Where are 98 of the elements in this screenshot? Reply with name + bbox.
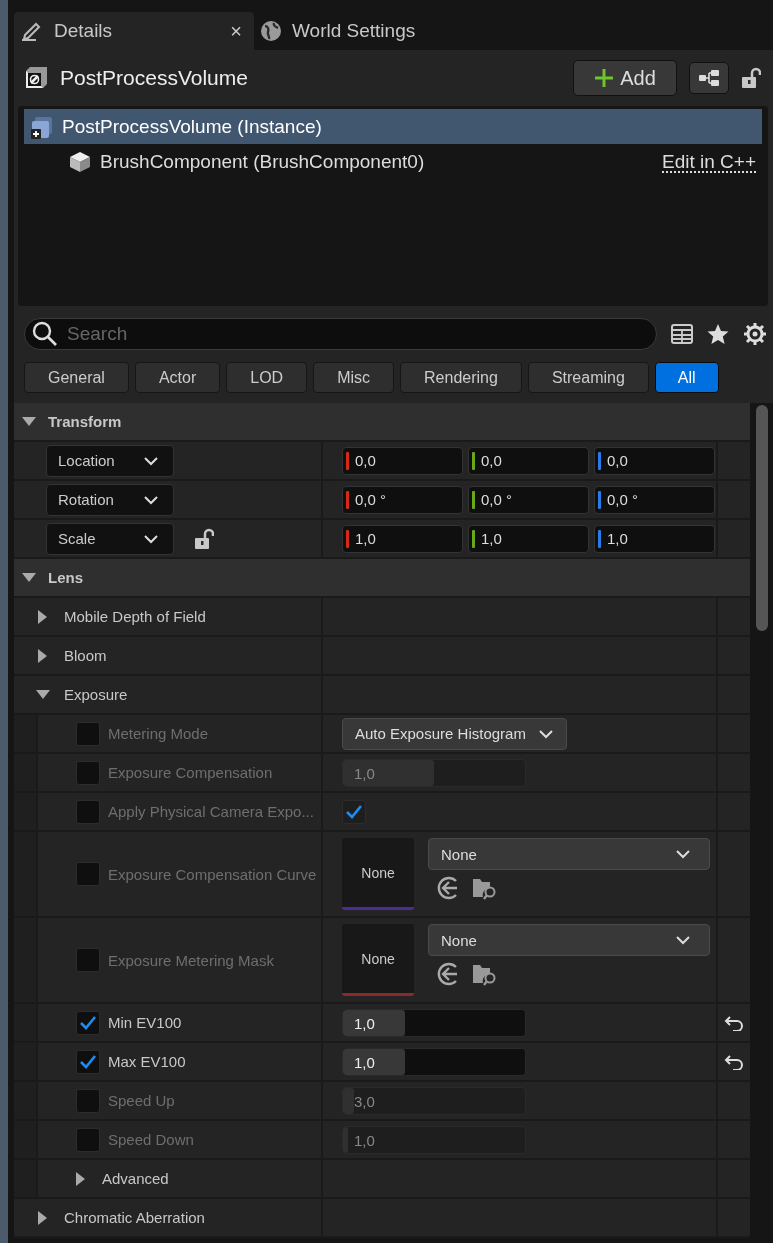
reset-arrow-icon[interactable] — [724, 1014, 744, 1031]
group-label[interactable]: Bloom — [64, 647, 107, 664]
checkmark-icon — [79, 1014, 97, 1031]
property-label: Exposure Compensation — [108, 764, 273, 781]
cube-icon — [24, 66, 48, 90]
filter-button[interactable]: All — [654, 362, 719, 393]
override-checkbox[interactable] — [76, 1010, 100, 1035]
slider-field[interactable]: 1,0 — [342, 1047, 526, 1076]
number-field[interactable]: 1,0 — [594, 524, 715, 553]
property-dropdown[interactable]: Scale — [46, 522, 174, 555]
slider-field[interactable]: 3,0 — [342, 1086, 526, 1115]
close-button[interactable]: × — [230, 19, 242, 43]
checkmark-icon — [345, 803, 363, 820]
asset-dropdown[interactable]: None — [428, 924, 710, 956]
property-label: Exposure Metering Mask — [108, 951, 274, 969]
filter-button[interactable]: Misc — [313, 362, 395, 393]
settings-icon[interactable] — [743, 322, 767, 346]
property-dropdown[interactable]: Rotation — [46, 483, 174, 516]
property-label: Speed Up — [108, 1092, 175, 1109]
number-field[interactable]: 1,0 — [468, 524, 589, 553]
plus-icon — [594, 68, 615, 88]
chevron-down-icon — [537, 728, 554, 739]
property-label: Metering Mode — [108, 725, 209, 742]
filter-button[interactable]: Actor — [134, 362, 221, 393]
expand-arrow-icon[interactable] — [22, 417, 36, 426]
chevron-down-icon — [675, 935, 691, 945]
override-checkbox[interactable] — [76, 721, 100, 746]
asset-thumbnail: None — [342, 924, 414, 996]
hierarchy-button[interactable] — [689, 62, 729, 94]
section-title: Transform — [48, 413, 122, 430]
component-row[interactable]: BrushComponent (BrushComponent0) Edit in C++ — [24, 144, 762, 179]
slider-field[interactable]: 1,0 — [342, 1008, 526, 1037]
filter-button[interactable]: Streaming — [527, 362, 649, 393]
chevron-down-icon — [143, 494, 159, 505]
filter-button[interactable]: General — [24, 362, 129, 393]
filter-button[interactable]: Rendering — [400, 362, 522, 393]
group-label[interactable]: Chromatic Aberration — [64, 1209, 205, 1226]
number-field[interactable]: 0,0 — [594, 446, 715, 475]
folder-search-icon[interactable] — [472, 876, 498, 900]
circle-arrow-left-icon[interactable] — [436, 962, 460, 986]
filter-button[interactable]: LOD — [226, 362, 308, 393]
number-field[interactable]: 1,0 — [342, 524, 463, 553]
volume-cube-icon — [30, 114, 54, 139]
number-field[interactable]: 0,0 — [342, 446, 463, 475]
scrollbar-thumb[interactable] — [755, 405, 768, 631]
property-label: Max EV100 — [108, 1053, 186, 1070]
override-checkbox[interactable] — [76, 948, 100, 972]
override-checkbox[interactable] — [76, 1088, 100, 1113]
panel-tab[interactable]: Details × — [14, 12, 254, 50]
expand-arrow-icon[interactable] — [38, 1210, 47, 1225]
expand-arrow-icon[interactable] — [38, 648, 47, 663]
property-dropdown[interactable]: Location — [46, 444, 174, 477]
star-icon[interactable] — [707, 323, 729, 345]
expand-arrow-icon[interactable] — [76, 1171, 85, 1186]
group-label[interactable]: Exposure — [64, 686, 128, 703]
number-field[interactable]: 0,0 ° — [468, 485, 589, 514]
asset-thumbnail: None — [342, 838, 414, 910]
chevron-down-icon — [143, 455, 159, 466]
component-row[interactable]: PostProcessVolume (Instance) — [24, 109, 762, 144]
search-icon — [32, 321, 58, 347]
expand-arrow-icon[interactable] — [38, 609, 47, 624]
checkmark-icon — [79, 1053, 97, 1070]
reset-arrow-icon[interactable] — [724, 1053, 744, 1070]
override-checkbox[interactable] — [76, 799, 100, 824]
hierarchy-icon — [698, 70, 720, 86]
actor-name: PostProcessVolume — [60, 66, 249, 90]
chevron-down-icon — [143, 533, 159, 544]
number-field[interactable]: 0,0 ° — [342, 485, 463, 514]
slider-field[interactable]: 1,0 — [342, 1125, 526, 1154]
property-label: Min EV100 — [108, 1014, 182, 1031]
table-icon[interactable] — [671, 324, 693, 344]
folder-search-icon[interactable] — [472, 962, 498, 986]
number-field[interactable]: 0,0 ° — [594, 485, 715, 514]
chevron-down-icon — [675, 849, 691, 859]
expand-arrow-icon[interactable] — [36, 690, 50, 699]
globe-icon — [260, 20, 282, 42]
expand-arrow-icon[interactable] — [22, 573, 36, 582]
slider-field[interactable]: 1,0 — [342, 758, 526, 787]
search-field[interactable]: Search — [24, 318, 657, 350]
value-checkbox[interactable] — [342, 799, 366, 824]
property-label: Apply Physical Camera Expo... — [108, 803, 314, 820]
section-title: Lens — [48, 569, 83, 586]
override-checkbox[interactable] — [76, 1049, 100, 1074]
property-label: Speed Down — [108, 1131, 194, 1148]
box-icon — [68, 149, 92, 174]
number-field[interactable]: 0,0 — [468, 446, 589, 475]
enum-dropdown[interactable]: Auto Exposure Histogram — [342, 717, 567, 750]
edit-link[interactable]: Edit in C++ — [662, 150, 756, 173]
group-label[interactable]: Advanced — [102, 1170, 169, 1187]
add-button[interactable]: Add — [573, 60, 677, 96]
asset-dropdown[interactable]: None — [428, 838, 710, 870]
circle-arrow-left-icon[interactable] — [436, 876, 460, 900]
unlocked-padlock-icon[interactable] — [741, 67, 761, 89]
override-checkbox[interactable] — [76, 760, 100, 785]
property-label: Exposure Compensation Curve — [108, 865, 317, 883]
override-checkbox[interactable] — [76, 862, 100, 886]
group-label[interactable]: Mobile Depth of Field — [64, 608, 206, 625]
override-checkbox[interactable] — [76, 1127, 100, 1152]
